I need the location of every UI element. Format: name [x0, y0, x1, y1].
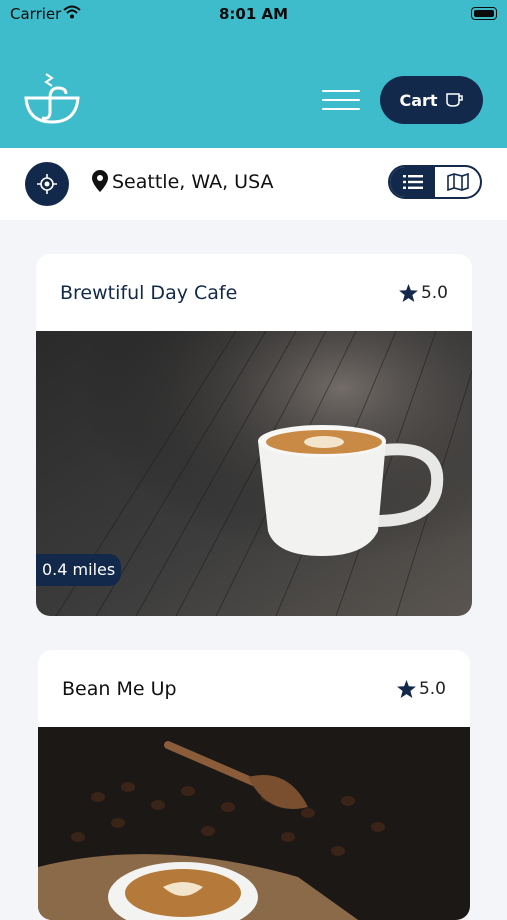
map-pin-icon: [92, 170, 108, 192]
view-toggle: [388, 165, 482, 199]
cafe-photo-beans: [38, 727, 470, 920]
distance-badge: 0.4 miles: [36, 554, 122, 586]
status-bar: Carrier 8:01 AM: [0, 0, 507, 30]
app-header: Cart: [0, 30, 507, 148]
rating-value: 5.0: [420, 283, 448, 303]
map-view-button[interactable]: [435, 167, 480, 197]
cart-button[interactable]: Cart: [380, 76, 483, 124]
cafe-card-header: Brewtiful Day Cafe 5.0: [36, 254, 472, 331]
star-icon: [397, 680, 416, 698]
cafe-card[interactable]: Brewtiful Day Cafe 5.0 0.4 miles: [36, 254, 472, 616]
hamburger-icon[interactable]: [322, 88, 362, 112]
rating-value: 5.0: [418, 679, 446, 699]
cart-label: Cart: [399, 90, 438, 110]
cafe-card-header: Bean Me Up 5.0: [38, 650, 470, 727]
location-text[interactable]: Seattle, WA, USA: [112, 171, 273, 193]
battery-icon: [471, 7, 497, 20]
list-view-button[interactable]: [390, 167, 435, 197]
star-icon: [399, 284, 418, 302]
list-icon: [402, 175, 423, 189]
cup-icon: [445, 93, 463, 107]
map-icon: [446, 173, 469, 191]
locate-button[interactable]: [25, 162, 69, 206]
cafe-name: Bean Me Up: [62, 678, 177, 700]
status-time: 8:01 AM: [218, 5, 289, 23]
cafe-name: Brewtiful Day Cafe: [60, 282, 238, 304]
rating: 5.0: [399, 283, 448, 303]
location-bar: Seattle, WA, USA: [0, 148, 507, 220]
cafe-card[interactable]: Bean Me Up 5.0: [38, 650, 470, 920]
rating: 5.0: [397, 679, 446, 699]
crosshair-icon: [37, 174, 57, 194]
cup-logo-icon[interactable]: [22, 68, 82, 126]
